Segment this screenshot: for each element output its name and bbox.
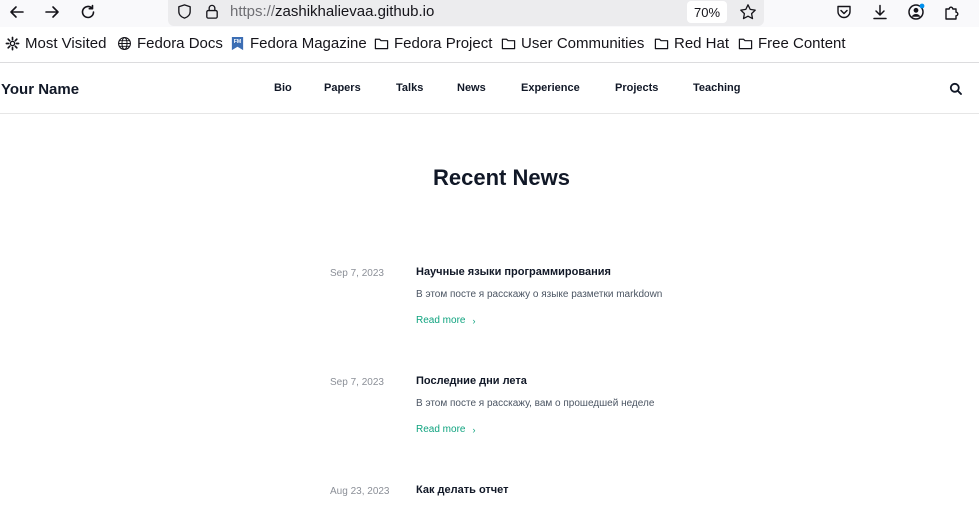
chevron-right-icon: › — [472, 424, 476, 435]
nav-projects[interactable]: Projects — [615, 82, 658, 94]
url-protocol: https:// — [230, 3, 276, 20]
site-brand[interactable]: Your Name — [1, 81, 79, 98]
bookmark-label: Red Hat — [674, 35, 730, 52]
post-date: Aug 23, 2023 — [330, 486, 390, 497]
post-date: Sep 7, 2023 — [330, 377, 384, 388]
read-more-link[interactable]: Read more › — [416, 315, 475, 326]
post-title[interactable]: Научные языки программирования — [416, 266, 611, 278]
fedora-magazine-icon: FM — [231, 36, 244, 51]
pocket-button[interactable] — [832, 0, 856, 24]
folder-icon — [374, 38, 389, 50]
bookmark-label: Most Visited — [25, 35, 107, 52]
svg-text:FM: FM — [234, 39, 241, 45]
browser-toolbar: https://zashikhalievaa.github.io 70% — [0, 0, 979, 27]
globe-icon — [118, 37, 131, 50]
post-summary: В этом посте я расскажу, вам о прошедшей… — [416, 398, 655, 409]
extensions-button[interactable] — [940, 0, 964, 24]
bookmark-fedora-magazine[interactable]: FM Fedora Magazine — [230, 35, 367, 52]
pocket-icon — [837, 5, 851, 19]
bookmark-free-content[interactable]: Free Content — [738, 35, 846, 52]
downloads-button[interactable] — [868, 0, 892, 24]
bookmark-user-communities[interactable]: User Communities — [501, 35, 644, 52]
url-host: zashikhalievaa.github.io — [275, 3, 435, 20]
folder-icon — [654, 38, 669, 50]
bookmark-red-hat[interactable]: Red Hat — [654, 35, 729, 52]
url-text[interactable]: https://zashikhalievaa.github.io — [230, 3, 434, 20]
read-more-label: Read more — [416, 315, 466, 326]
read-more-label: Read more — [416, 424, 466, 435]
post-title[interactable]: Как делать отчет — [416, 484, 509, 496]
bookmark-star-icon[interactable] — [739, 3, 757, 21]
bookmark-fedora-docs[interactable]: Fedora Docs — [117, 35, 223, 52]
folder-icon — [501, 38, 516, 50]
account-icon — [908, 3, 925, 20]
nav-papers[interactable]: Papers — [324, 82, 361, 94]
folder-icon — [738, 38, 753, 50]
bookmark-label: User Communities — [521, 35, 645, 52]
post-date: Sep 7, 2023 — [330, 268, 384, 279]
zoom-indicator[interactable]: 70% — [687, 1, 727, 23]
bookmark-most-visited[interactable]: Most Visited — [5, 35, 106, 52]
lock-icon[interactable] — [204, 3, 220, 20]
tracking-shield-icon[interactable] — [176, 3, 193, 20]
back-button[interactable] — [5, 0, 29, 24]
bookmark-label: Fedora Magazine — [250, 35, 367, 52]
bookmark-label: Free Content — [758, 35, 846, 52]
account-button[interactable] — [904, 0, 928, 24]
forward-arrow-icon — [45, 6, 59, 18]
bookmarks-bar: Most Visited Fedora Docs FM Fedora Magaz… — [0, 35, 979, 59]
nav-teaching[interactable]: Teaching — [693, 82, 740, 94]
back-arrow-icon — [10, 6, 24, 18]
post-title[interactable]: Последние дни лета — [416, 375, 527, 387]
page-title: Recent News — [433, 165, 570, 190]
forward-button[interactable] — [40, 0, 64, 24]
bookmark-fedora-project[interactable]: Fedora Project — [374, 35, 492, 52]
url-bar[interactable]: https://zashikhalievaa.github.io 70% — [168, 0, 764, 26]
reload-button[interactable] — [76, 0, 100, 24]
nav-news[interactable]: News — [457, 82, 486, 94]
nav-bio[interactable]: Bio — [274, 82, 292, 94]
reload-icon — [81, 4, 95, 19]
read-more-link[interactable]: Read more › — [416, 424, 475, 435]
download-icon — [873, 4, 887, 20]
chevron-right-icon: › — [472, 315, 476, 326]
search-icon[interactable] — [948, 81, 964, 97]
post-summary: В этом посте я расскажу о языке разметки… — [416, 289, 663, 300]
nav-talks[interactable]: Talks — [396, 82, 423, 94]
gear-icon — [5, 36, 20, 51]
nav-experience[interactable]: Experience — [521, 82, 580, 94]
bookmark-label: Fedora Project — [394, 35, 493, 52]
site-header: Your Name Bio Papers Talks News Experien… — [0, 63, 979, 114]
puzzle-icon — [945, 6, 959, 20]
bookmark-label: Fedora Docs — [137, 35, 223, 52]
